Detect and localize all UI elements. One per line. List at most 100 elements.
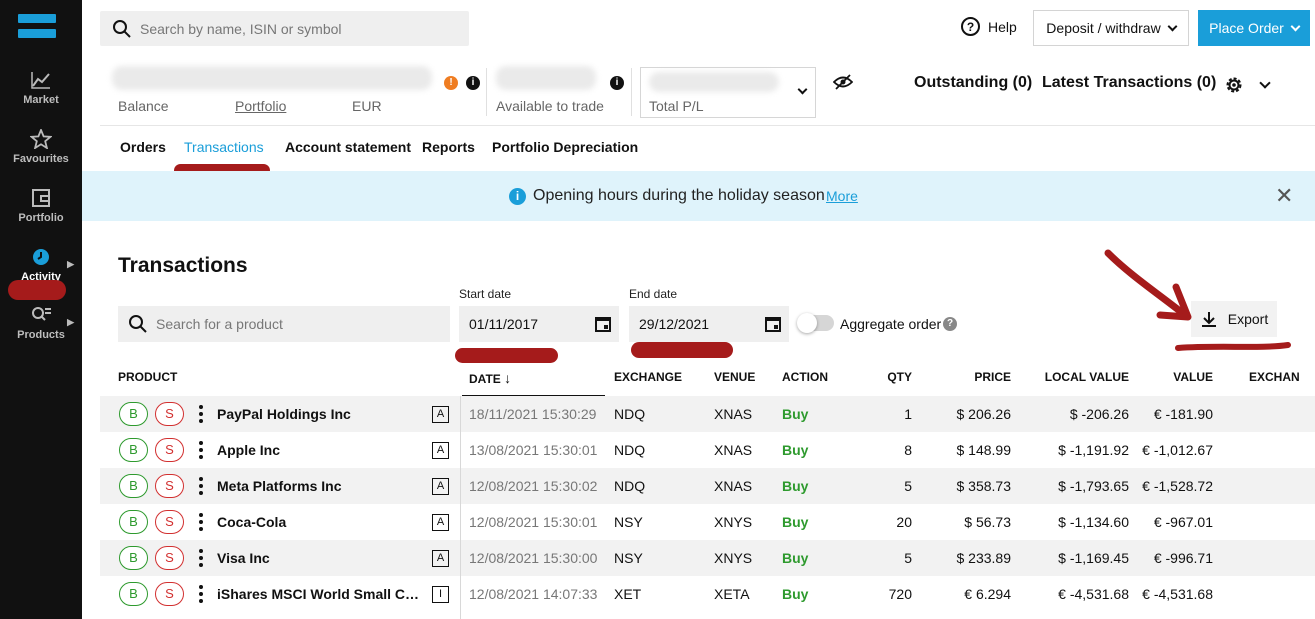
tab-account-statement[interactable]: Account statement	[285, 139, 411, 155]
buy-button[interactable]: B	[119, 546, 148, 570]
column-header-product[interactable]: PRODUCT	[118, 370, 177, 384]
info-icon[interactable]: i	[610, 76, 624, 90]
more-options-icon[interactable]	[199, 513, 203, 531]
sell-button[interactable]: S	[155, 582, 184, 606]
value: € -1,012.67	[1142, 442, 1213, 458]
divider	[486, 68, 487, 116]
close-icon[interactable]: ✕	[1275, 183, 1293, 209]
red-scribble	[455, 348, 558, 363]
chevron-down-icon[interactable]	[1259, 77, 1271, 89]
tab-orders[interactable]: Orders	[120, 139, 166, 155]
transaction-date: 12/08/2021 14:07:33	[469, 586, 598, 602]
chevron-right-icon: ▶	[67, 259, 74, 269]
tab-portfolio-depreciation[interactable]: Portfolio Depreciation	[492, 139, 638, 155]
gear-icon[interactable]	[1224, 75, 1244, 95]
buy-button[interactable]: B	[119, 474, 148, 498]
available-value-redacted	[496, 66, 596, 90]
table-row[interactable]: B SiShares MSCI World Small Cap U... I 12/0…	[100, 576, 1315, 612]
product-name[interactable]: Meta Platforms Inc	[217, 478, 425, 494]
product-name[interactable]: Visa Inc	[217, 550, 425, 566]
divider	[631, 68, 632, 116]
sell-button[interactable]: S	[155, 402, 184, 426]
exchange: NSY	[614, 514, 643, 530]
eye-slash-icon[interactable]	[833, 74, 853, 90]
chevron-right-icon: ▶	[67, 317, 74, 327]
column-header-action[interactable]: ACTION	[782, 370, 828, 384]
banner-more-link[interactable]: More	[826, 188, 858, 204]
start-date-field[interactable]: 01/11/2017	[459, 306, 619, 342]
transaction-date: 13/08/2021 15:30:01	[469, 442, 598, 458]
deposit-withdraw-button[interactable]: Deposit / withdraw	[1033, 10, 1189, 46]
product-type-badge: A	[432, 478, 449, 495]
column-divider	[460, 396, 461, 619]
column-header-price[interactable]: PRICE	[940, 370, 1011, 384]
price: $ 148.99	[956, 442, 1012, 458]
table-row[interactable]: B S Coca-Cola A 12/08/2021 15:30:01 NSY XNYS Bu…	[100, 504, 1315, 540]
product-search[interactable]	[118, 306, 450, 342]
product-name[interactable]: PayPal Holdings Inc	[217, 406, 425, 422]
product-search-input[interactable]	[156, 316, 436, 332]
table-row[interactable]: B S Apple Inc A 13/08/2021 15:30:01 NDQ XNAS Bu…	[100, 432, 1315, 468]
wallet-icon	[32, 189, 50, 207]
table-row[interactable]: B S Meta Platforms Inc A 12/08/2021 15:30:02…	[100, 468, 1315, 504]
sell-button[interactable]: S	[155, 474, 184, 498]
global-search[interactable]	[100, 11, 469, 46]
more-options-icon[interactable]	[199, 441, 203, 459]
logo[interactable]	[18, 14, 56, 40]
buy-button[interactable]: B	[119, 582, 148, 606]
latest-transactions-link[interactable]: Latest Transactions (0)	[1042, 74, 1216, 92]
column-header-date[interactable]: DATE ↓	[469, 370, 511, 386]
column-header-exchange[interactable]: EXCHANGE	[614, 370, 682, 384]
page-title: Transactions	[118, 254, 248, 277]
sidebar-item-activity[interactable]: Activity ▶	[0, 247, 82, 283]
product-name[interactable]: iShares MSCI World Small Cap U...	[217, 586, 425, 602]
sell-button[interactable]: S	[155, 546, 184, 570]
red-scribble	[8, 280, 66, 300]
warning-icon[interactable]: !	[444, 76, 458, 90]
more-options-icon[interactable]	[199, 585, 203, 603]
info-icon[interactable]: i	[466, 76, 480, 90]
sidebar-item-market[interactable]: Market	[0, 70, 82, 106]
table-row[interactable]: B S PayPal Holdings Inc A 18/11/2021 15:30:2…	[100, 396, 1315, 432]
portfolio-link[interactable]: Portfolio	[235, 98, 286, 114]
column-header-exchange-rate[interactable]: EXCHAN	[1249, 370, 1300, 384]
quantity: 720	[888, 586, 912, 602]
question-icon[interactable]: ?	[943, 317, 957, 331]
buy-button[interactable]: B	[119, 510, 148, 534]
product-name[interactable]: Apple Inc	[217, 442, 425, 458]
buy-button[interactable]: B	[119, 438, 148, 462]
end-date-field[interactable]: 29/12/2021	[629, 306, 789, 342]
place-order-button[interactable]: Place Order	[1198, 10, 1310, 46]
currency-label: EUR	[352, 98, 382, 114]
chevron-down-icon	[1290, 21, 1301, 31]
more-options-icon[interactable]	[199, 549, 203, 567]
sell-button[interactable]: S	[155, 510, 184, 534]
table-row[interactable]: B S Visa Inc A 12/08/2021 15:30:00 NSY XNYS Buy…	[100, 540, 1315, 576]
sidebar-item-portfolio[interactable]: Portfolio	[0, 188, 82, 224]
tab-transactions[interactable]: Transactions	[184, 139, 264, 155]
product-name[interactable]: Coca-Cola	[217, 514, 425, 530]
search-icon	[129, 315, 147, 333]
search-input[interactable]	[140, 20, 460, 37]
more-options-icon[interactable]	[199, 477, 203, 495]
column-header-venue[interactable]: VENUE	[714, 370, 755, 384]
venue: XNAS	[714, 478, 753, 494]
sell-button[interactable]: S	[155, 438, 184, 462]
calendar-icon[interactable]	[595, 316, 611, 332]
venue: XNYS	[714, 514, 753, 530]
calendar-icon[interactable]	[765, 316, 781, 332]
sidebar-item-favourites[interactable]: Favourites	[0, 129, 82, 165]
sidebar-item-products[interactable]: Products ▶	[0, 305, 82, 341]
column-header-local-value[interactable]: LOCAL VALUE	[1030, 370, 1129, 384]
action: Buy	[782, 586, 809, 602]
column-header-qty[interactable]: QTY	[862, 370, 912, 384]
buy-button[interactable]: B	[119, 402, 148, 426]
column-header-value[interactable]: VALUE	[1150, 370, 1213, 384]
outstanding-link[interactable]: Outstanding (0)	[914, 74, 1032, 92]
total-pl-dropdown[interactable]: Total P/L	[640, 67, 816, 118]
more-options-icon[interactable]	[199, 405, 203, 423]
help-link[interactable]: ? Help	[961, 17, 1017, 36]
aggregate-order-toggle[interactable]	[797, 313, 834, 333]
tab-reports[interactable]: Reports	[422, 139, 475, 155]
action: Buy	[782, 406, 809, 422]
